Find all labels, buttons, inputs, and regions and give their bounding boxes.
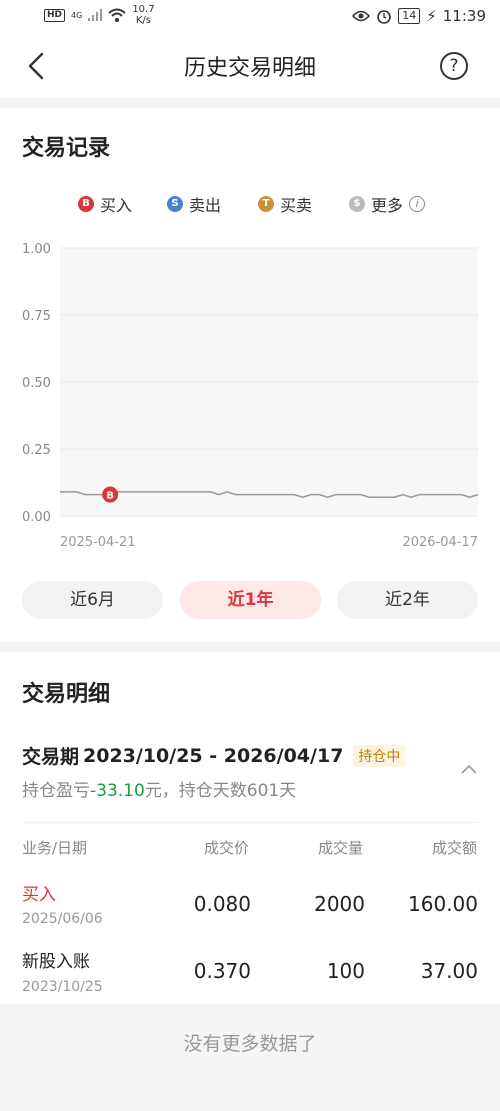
x-tick-label: 2025-04-21	[60, 535, 136, 550]
trade-record-title: 交易记录	[22, 136, 111, 161]
page-title: 历史交易明细	[183, 56, 316, 81]
row-date: 2025/06/06	[22, 911, 103, 927]
trade-badge-icon: T	[258, 196, 274, 212]
y-tick-label: 0.25	[22, 443, 51, 458]
alarm-icon	[377, 10, 392, 24]
period-1y-button[interactable]: 近1年	[180, 581, 321, 619]
info-icon[interactable]: i	[409, 196, 426, 212]
eye-icon	[352, 10, 371, 22]
speed-value: 10.7	[132, 4, 155, 15]
holding-badge: 持仓中	[353, 744, 406, 767]
row-price: 0.370	[193, 959, 251, 983]
more-badge-icon: $	[349, 196, 365, 212]
period-prefix: 交易期	[22, 746, 80, 768]
row-amount: 160.00	[408, 892, 478, 916]
y-tick-label: 0.50	[22, 376, 51, 391]
legend-more-label: 更多	[371, 196, 404, 215]
chevron-up-icon[interactable]	[460, 762, 478, 776]
speed-unit: K/s	[135, 15, 152, 26]
row-type: 买入	[22, 885, 56, 905]
header-price: 成交价	[204, 839, 250, 857]
clock: 11:39	[442, 7, 486, 25]
period-range: 2023/10/25 - 2026/04/17	[83, 744, 344, 767]
row-date: 2023/10/25	[22, 979, 103, 995]
legend-trade-label: 买卖	[280, 196, 313, 215]
row-quantity: 2000	[314, 892, 365, 916]
trade-record-card: 交易记录 B 买入 S 卖出 T 买卖 $ 更多 i 1.00 0.75 0.50 0…	[0, 108, 500, 642]
legend-more[interactable]: $ 更多 i	[349, 192, 426, 216]
trade-detail-title: 交易明细	[22, 682, 111, 707]
status-bar-right: 14 ⚡ 11:39	[352, 7, 486, 25]
y-tick-label: 0.75	[22, 309, 51, 324]
charging-icon: ⚡	[426, 7, 437, 25]
row-type: 新股入账	[22, 952, 90, 972]
no-more-data: 没有更多数据了	[0, 1004, 500, 1084]
status-bar: HD 4G 10.7 K/s 14 ⚡ 11:39	[0, 0, 500, 34]
y-tick-label: 0.00	[22, 510, 51, 525]
y-tick-label: 1.00	[22, 242, 51, 257]
legend-sell-label: 卖出	[189, 196, 222, 215]
header-amount: 成交额	[432, 839, 478, 857]
hd-icon: HD	[44, 8, 66, 22]
buy-marker-label: B	[106, 491, 114, 502]
summary-pnl: -33.10	[90, 781, 145, 801]
help-icon[interactable]: ?	[440, 52, 468, 80]
status-bar-left: HD 4G 10.7 K/s	[44, 4, 155, 26]
period-6m-button[interactable]: 近6月	[22, 581, 163, 619]
legend-sell: S 卖出	[167, 192, 221, 216]
sell-badge-icon: S	[167, 196, 183, 212]
summary-prefix: 持仓盈亏	[22, 781, 90, 801]
period-2y-button[interactable]: 近2年	[337, 581, 478, 619]
signal-icon	[88, 9, 103, 21]
price-chart: 1.00 0.75 0.50 0.25 0.00 2025-04-21 2026-04-17…	[22, 242, 479, 550]
header-quantity: 成交量	[318, 839, 364, 857]
buy-badge-icon: B	[78, 196, 94, 212]
x-tick-label: 2026-04-17	[402, 535, 478, 550]
summary-suffix: 元，持仓天数601天	[144, 781, 297, 801]
network-type: 4G	[71, 10, 83, 20]
header-type-date: 业务/日期	[22, 839, 88, 857]
row-price: 0.080	[193, 892, 251, 916]
trade-detail-card: 交易明细 交易期 2023/10/25 - 2026/04/17 持仓中 持仓盈…	[0, 652, 500, 1004]
row-quantity: 100	[326, 959, 365, 983]
divider	[22, 822, 478, 823]
position-summary: 持仓盈亏-33.10元，持仓天数601天	[22, 776, 296, 801]
navigation-bar: 历史交易明细 ?	[0, 34, 500, 98]
row-amount: 37.00	[420, 959, 478, 983]
chart-legend: B 买入 S 卖出 T 买卖 $ 更多 i	[0, 192, 500, 216]
wifi-icon	[108, 8, 126, 22]
legend-buy-label: 买入	[100, 196, 133, 215]
legend-buy: B 买入	[78, 192, 132, 216]
battery-level: 14	[398, 8, 421, 24]
trade-period: 交易期 2023/10/25 - 2026/04/17 持仓中	[22, 742, 406, 769]
legend-trade: T 买卖	[258, 192, 312, 216]
network-speed: 10.7 K/s	[132, 4, 154, 26]
